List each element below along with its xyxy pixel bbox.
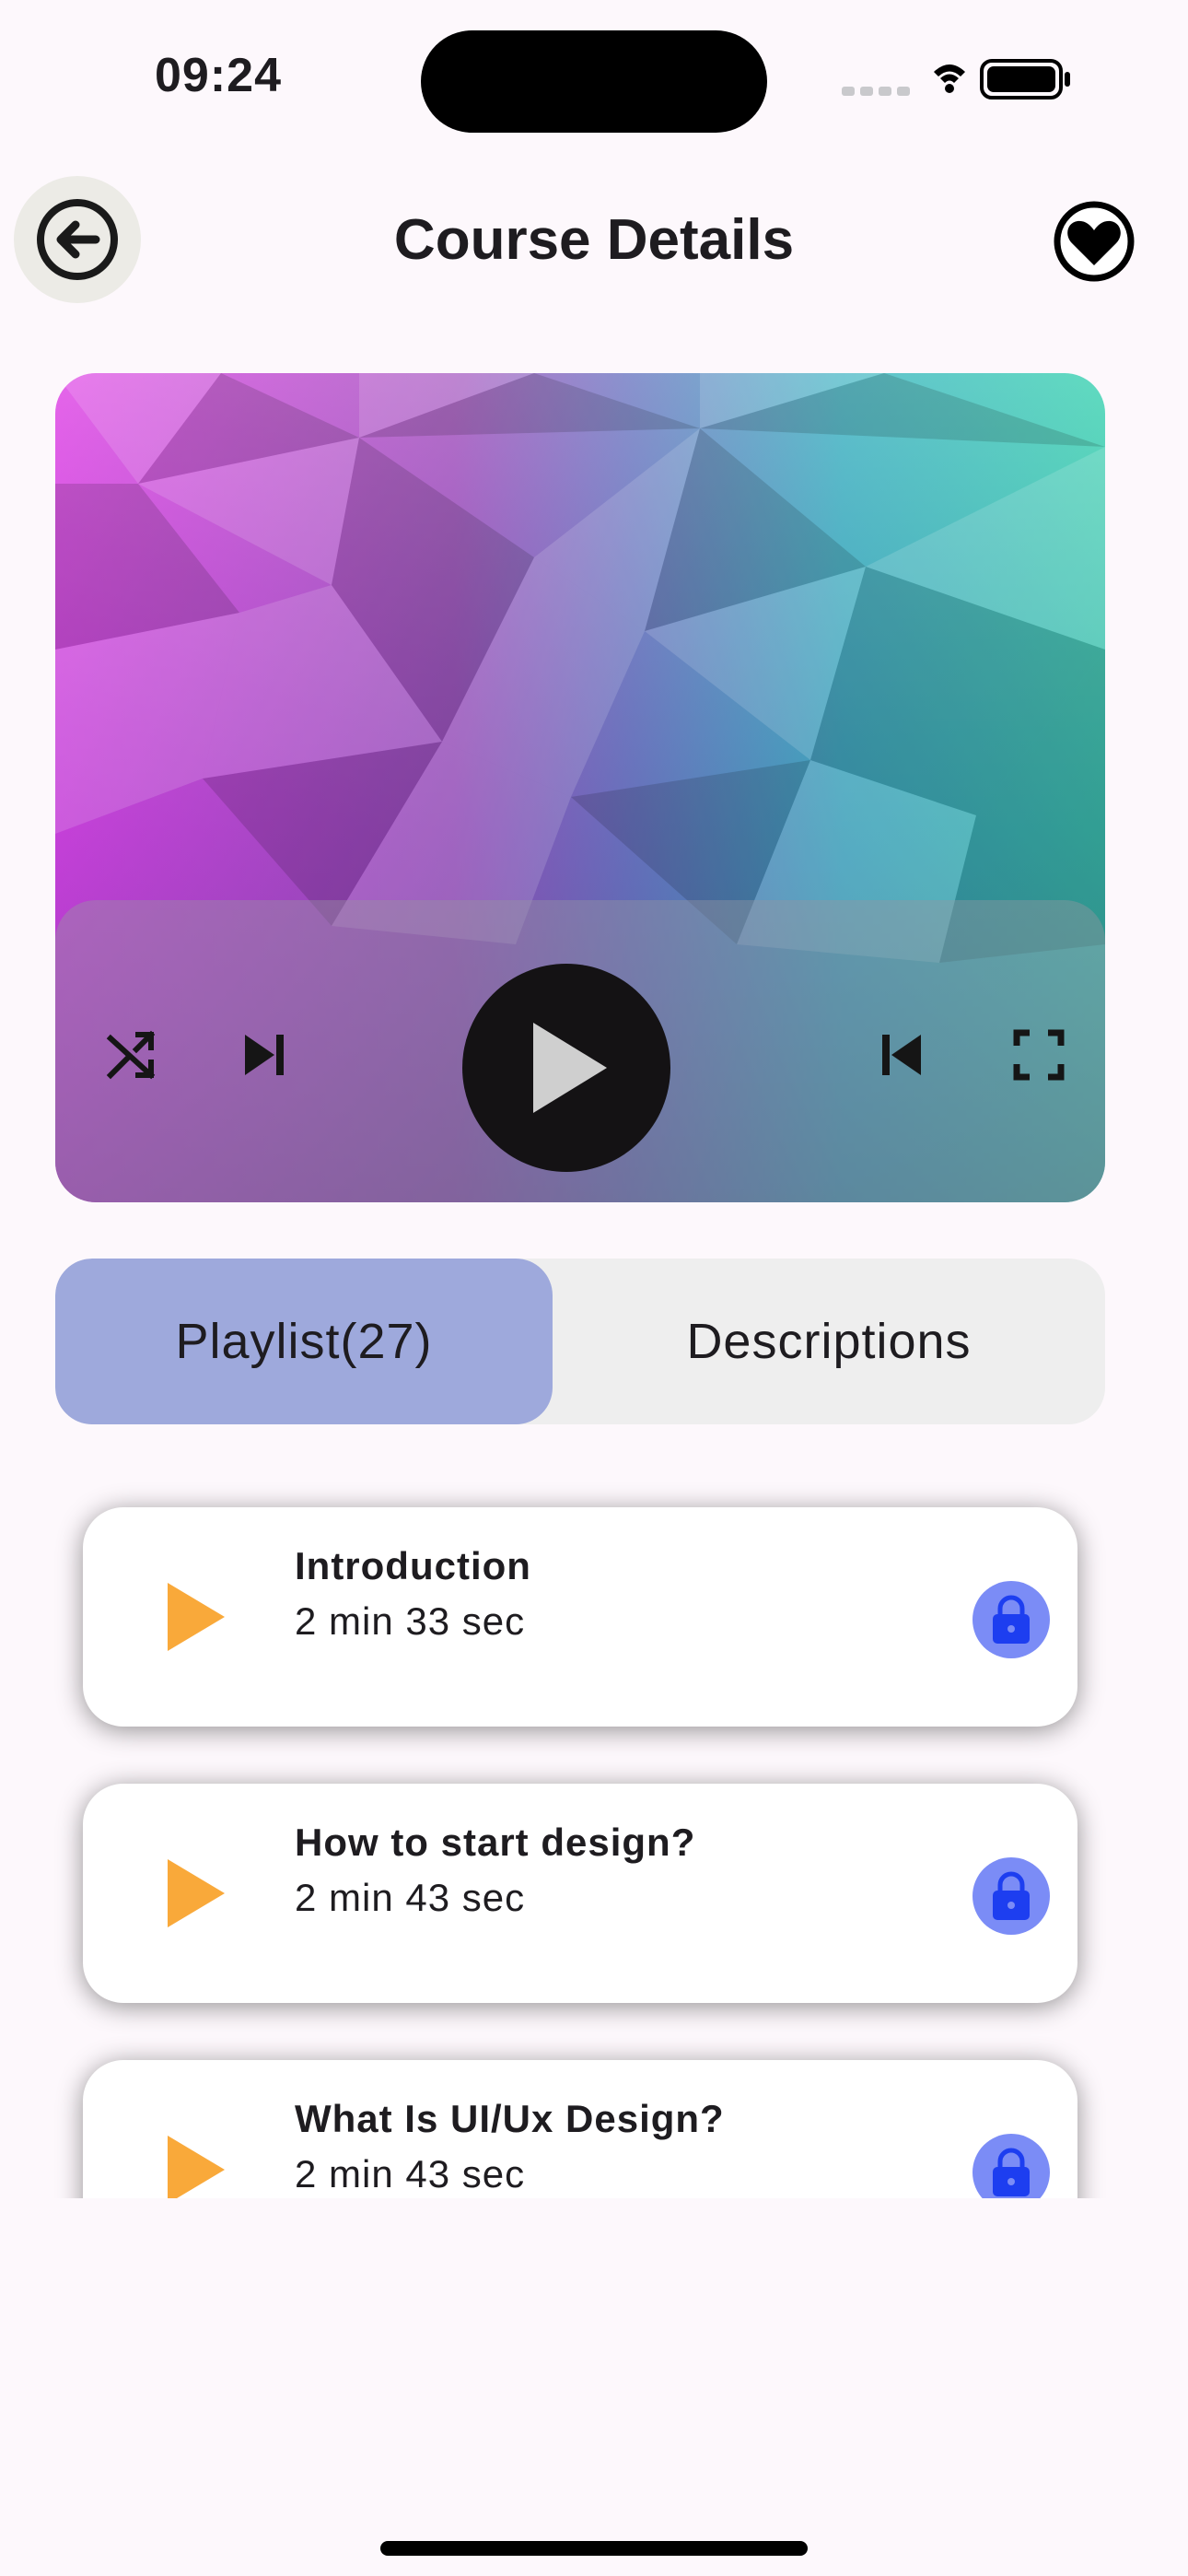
lesson-title: Introduction	[295, 1544, 531, 1587]
status-time: 09:24	[155, 49, 282, 102]
favorite-button[interactable]	[1050, 197, 1138, 286]
lesson-duration: 2 min 33 sec	[295, 1599, 526, 1643]
shuffle-icon	[106, 1030, 156, 1080]
playlist: Introduction 2 min 33 sec How to start d…	[0, 1446, 1188, 2198]
skip-previous-button[interactable]	[871, 1025, 930, 1084]
battery-icon	[980, 59, 1070, 100]
signal-icon	[842, 87, 910, 96]
lock-icon	[993, 2148, 1030, 2196]
fullscreen-icon	[1013, 1029, 1065, 1081]
skip-next-icon	[245, 1035, 284, 1075]
lesson-item-what-is-ui-ux-design[interactable]: What Is UI/Ux Design? 2 min 43 sec	[83, 2060, 1077, 2198]
dynamic-island	[421, 30, 767, 133]
shuffle-button[interactable]	[103, 1025, 162, 1084]
course-details-screen: 09:24 Course Details Playlist(27) Descri…	[0, 0, 1188, 2576]
play-icon	[168, 1583, 225, 1651]
lock-badge	[973, 1581, 1050, 1658]
lock-icon	[993, 1871, 1030, 1920]
lesson-item-how-to-start-design[interactable]: How to start design? 2 min 43 sec	[83, 1784, 1077, 2003]
heart-icon	[1054, 201, 1135, 282]
lock-badge	[973, 1857, 1050, 1935]
lesson-title: How to start design?	[295, 1821, 696, 1864]
lesson-duration: 2 min 43 sec	[295, 1876, 526, 1919]
player-controls	[55, 900, 1105, 1202]
video-player[interactable]	[55, 373, 1105, 1202]
tab-descriptions[interactable]: Descriptions	[553, 1259, 1105, 1424]
play-button[interactable]	[462, 964, 670, 1172]
content-tabs: Playlist(27) Descriptions	[55, 1259, 1105, 1424]
tab-playlist[interactable]: Playlist(27)	[55, 1259, 553, 1424]
status-icons	[842, 55, 1090, 103]
lesson-title: What Is UI/Ux Design?	[295, 2097, 725, 2140]
fullscreen-button[interactable]	[1009, 1025, 1068, 1084]
page-title: Course Details	[393, 208, 795, 272]
skip-previous-icon	[882, 1035, 921, 1075]
lesson-duration: 2 min 43 sec	[295, 2152, 526, 2195]
play-icon	[168, 2136, 225, 2198]
lesson-item-introduction[interactable]: Introduction 2 min 33 sec	[83, 1507, 1077, 1727]
wifi-icon	[934, 64, 965, 93]
lock-icon	[993, 1595, 1030, 1644]
skip-next-button[interactable]	[236, 1025, 295, 1084]
home-indicator[interactable]	[380, 2541, 808, 2556]
play-icon	[168, 1859, 225, 1927]
lock-badge	[973, 2134, 1050, 2198]
play-icon	[533, 1023, 607, 1113]
